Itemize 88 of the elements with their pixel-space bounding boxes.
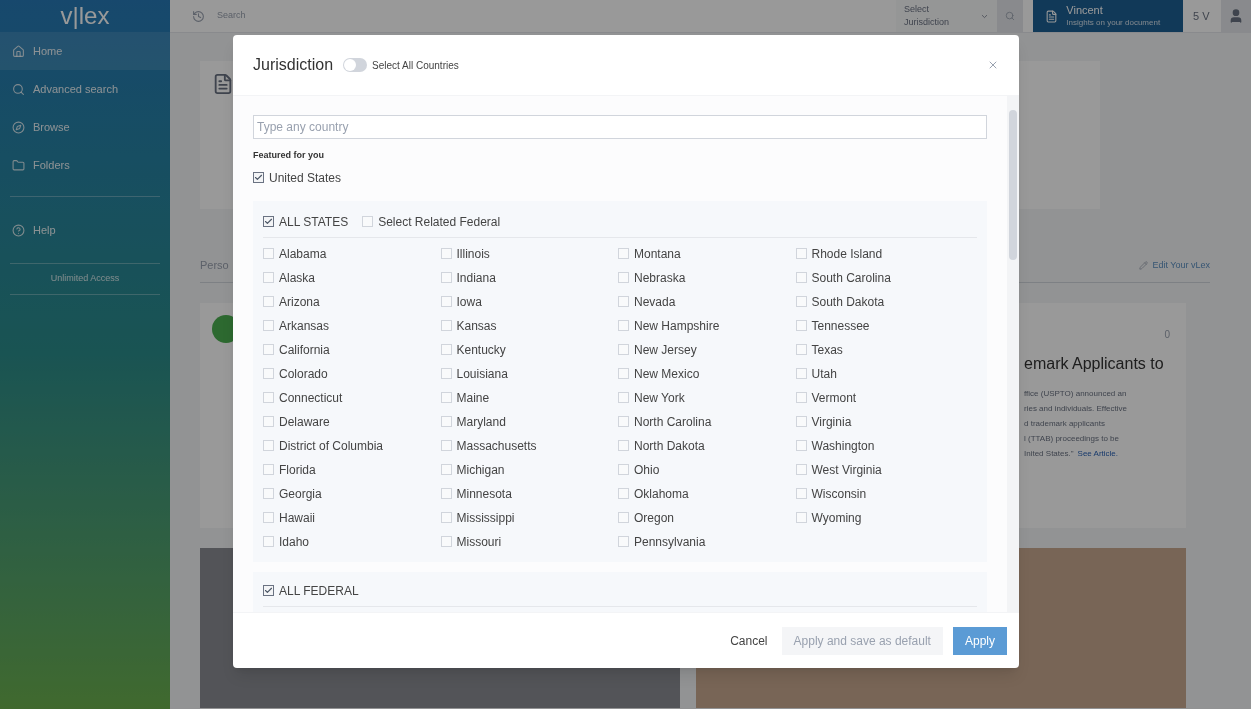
checkbox-label[interactable]: Washington: [811, 436, 875, 455]
checkbox-label[interactable]: Maryland: [456, 412, 506, 431]
help-icon: [12, 223, 25, 237]
dialog-title: Jurisdiction: [253, 55, 334, 75]
checkbox-label[interactable]: Connecticut: [279, 388, 343, 407]
search-button[interactable]: [997, 0, 1024, 32]
checkbox-label[interactable]: North Carolina: [634, 412, 712, 431]
search-icon: [12, 82, 25, 96]
cancel-button[interactable]: Cancel: [726, 626, 772, 655]
toggle-switch[interactable]: [343, 58, 368, 72]
card-text: ries and individuals. Effective: [1024, 402, 1128, 415]
checkbox-label[interactable]: Missouri: [456, 532, 502, 551]
checkbox-label[interactable]: Montana: [634, 244, 681, 263]
checkbox-label[interactable]: Colorado: [279, 364, 328, 383]
card-title: emark Applicants to: [1024, 353, 1164, 374]
checkbox-label[interactable]: New Hampshire: [634, 316, 720, 335]
checkbox-label[interactable]: Alabama: [279, 244, 327, 263]
checkbox-label[interactable]: Wyoming: [811, 508, 862, 527]
checkbox-label[interactable]: South Dakota: [811, 292, 885, 311]
checkbox-label[interactable]: Florida: [279, 460, 316, 479]
checkbox-label[interactable]: Virginia: [811, 412, 852, 431]
checkbox[interactable]: [263, 585, 274, 596]
checkbox-label[interactable]: California: [279, 340, 330, 359]
close-icon[interactable]: [987, 59, 999, 71]
user-panel[interactable]: Vincent Insights on your document: [1033, 0, 1184, 32]
checkbox-label[interactable]: Kansas: [456, 316, 497, 335]
checkbox-label[interactable]: Tennessee: [811, 316, 870, 335]
checkbox-label[interactable]: North Dakota: [634, 436, 705, 455]
credits-label[interactable]: 5 V: [1193, 7, 1222, 25]
checkbox-label[interactable]: Iowa: [456, 292, 482, 311]
checkbox-label[interactable]: Minnesota: [456, 484, 512, 503]
pencil-icon: [1139, 260, 1149, 270]
checkbox-label[interactable]: Pennsylvania: [634, 532, 706, 551]
avatar[interactable]: [1221, 0, 1251, 32]
folder-icon: [12, 158, 25, 172]
card-text: Inited States.": [1024, 447, 1074, 460]
checkbox-label[interactable]: Vermont: [811, 388, 857, 407]
checkbox-label[interactable]: Michigan: [456, 460, 505, 479]
checkbox[interactable]: [263, 216, 274, 227]
checkbox-label[interactable]: ALL STATES: [279, 212, 349, 231]
scrollbar[interactable]: [1007, 96, 1019, 612]
article-link[interactable]: See Article.: [1077, 445, 1118, 461]
checkbox-label[interactable]: Texas: [811, 340, 843, 359]
toggle-label: Select All Countries: [372, 58, 459, 73]
checkbox-label[interactable]: Utah: [811, 364, 837, 383]
checkbox-label[interactable]: Rhode Island: [811, 244, 883, 263]
search-icon: [1005, 11, 1016, 21]
checkbox-label[interactable]: Arizona: [279, 292, 320, 311]
document-icon: [1045, 9, 1059, 23]
checkbox-label[interactable]: Massachusetts: [456, 436, 537, 455]
compass-icon: [12, 120, 25, 134]
checkbox-label[interactable]: Arkansas: [279, 316, 330, 335]
checkbox-label[interactable]: Idaho: [279, 532, 310, 551]
checkbox-label[interactable]: Georgia: [279, 484, 322, 503]
history-icon[interactable]: [192, 9, 205, 23]
checkbox-label[interactable]: West Virginia: [811, 460, 882, 479]
checkbox-label[interactable]: Alaska: [279, 268, 316, 287]
checkbox-label[interactable]: Maine: [456, 388, 490, 407]
checkbox-label[interactable]: Kentucky: [456, 340, 506, 359]
checkbox-label[interactable]: ALL FEDERAL: [279, 581, 359, 600]
checkbox-label[interactable]: United States: [269, 168, 342, 187]
country-search-field[interactable]: Type any country: [253, 115, 987, 139]
checkbox[interactable]: [253, 172, 264, 183]
checkbox-label[interactable]: Mississippi: [456, 508, 515, 527]
checkbox-label[interactable]: Wisconsin: [811, 484, 867, 503]
checkbox-label[interactable]: Nebraska: [634, 268, 686, 287]
checkbox-label[interactable]: Nevada: [634, 292, 676, 311]
checkbox-label[interactable]: Oregon: [634, 508, 675, 527]
user-subtitle: Insights on your document: [1066, 17, 1161, 28]
checkbox-label[interactable]: New Mexico: [634, 364, 700, 383]
checkbox-label[interactable]: South Carolina: [811, 268, 891, 287]
checkbox-label[interactable]: Select Related Federal: [378, 212, 501, 231]
card-text: d trademark applicants: [1024, 417, 1106, 430]
checkbox-label[interactable]: New Jersey: [634, 340, 697, 359]
checkbox-label[interactable]: Illinois: [456, 244, 490, 263]
user-name: Vincent: [1066, 4, 1104, 18]
jurisdiction-dropdown[interactable]: Select Jurisdiction: [895, 0, 998, 32]
checkbox-label[interactable]: Louisiana: [456, 364, 508, 383]
checkbox-label[interactable]: Oklahoma: [634, 484, 689, 503]
checkbox-label[interactable]: New York: [634, 388, 685, 407]
checkbox-label[interactable]: Delaware: [279, 412, 330, 431]
home-icon: [12, 44, 25, 58]
featured-heading: Featured for you: [253, 149, 325, 162]
card-text: ffice (USPTO) announced an: [1024, 387, 1128, 400]
checkbox-label[interactable]: Ohio: [634, 460, 660, 479]
checkbox-label[interactable]: Hawaii: [279, 508, 315, 527]
checkbox-label[interactable]: District of Columbia: [279, 436, 384, 455]
checkbox-label[interactable]: Indiana: [456, 268, 496, 287]
